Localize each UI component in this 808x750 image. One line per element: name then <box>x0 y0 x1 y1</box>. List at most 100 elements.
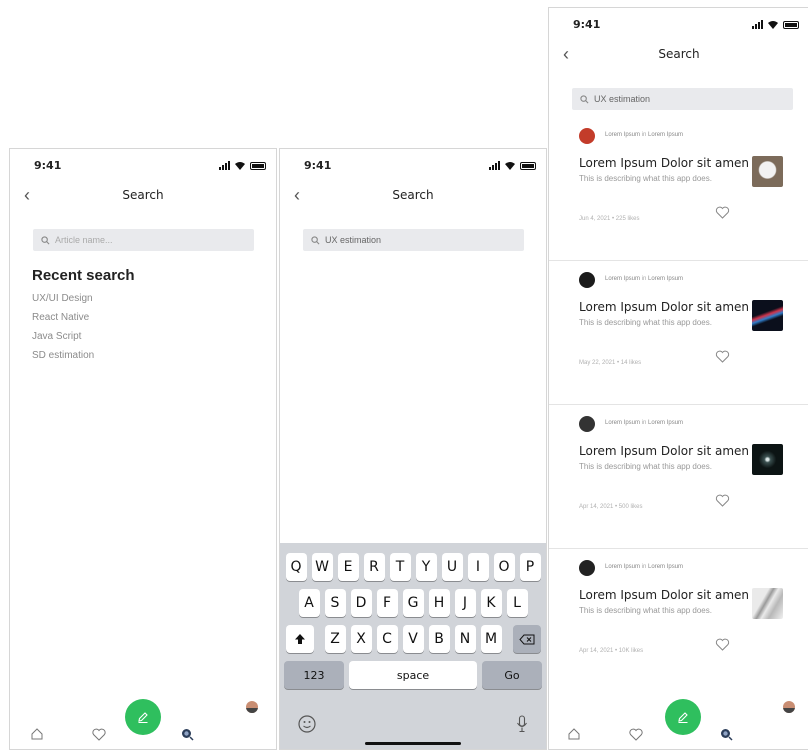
shift-key[interactable] <box>285 625 314 653</box>
search-input[interactable] <box>325 235 495 245</box>
compose-button[interactable] <box>665 699 701 735</box>
screen-search-results: 9:41 ‹ Search Lorem Ipsum in Lorem Ipsum… <box>548 7 808 750</box>
result-card[interactable]: Lorem Ipsum in Lorem Ipsum Lorem Ipsum D… <box>549 116 808 261</box>
key[interactable]: G <box>402 589 424 617</box>
recent-search-item[interactable]: Java Script <box>32 331 94 350</box>
backspace-key[interactable] <box>512 625 541 653</box>
like-heart-icon[interactable] <box>715 494 730 507</box>
author-name: Lorem Ipsum <box>605 132 641 138</box>
key[interactable]: X <box>350 625 372 653</box>
like-heart-icon[interactable] <box>715 206 730 219</box>
go-key[interactable]: Go <box>482 661 542 689</box>
key[interactable]: W <box>311 553 333 581</box>
keyboard-row-3: Z X C V B N M <box>280 625 546 653</box>
key[interactable]: Z <box>324 625 346 653</box>
recent-search-item[interactable]: React Native <box>32 312 94 331</box>
key[interactable]: R <box>363 553 385 581</box>
article-meta: Lorem Ipsum in Lorem Ipsum <box>605 276 683 282</box>
result-card[interactable]: Lorem Ipsum in Lorem Ipsum Lorem Ipsum D… <box>549 548 808 692</box>
result-card[interactable]: Lorem Ipsum in Lorem Ipsum Lorem Ipsum D… <box>549 260 808 405</box>
key[interactable]: A <box>298 589 320 617</box>
shift-icon <box>294 634 305 644</box>
screen-search-typing: 9:41 ‹ Search Q W E R T Y U I O P A S D <box>279 148 547 750</box>
search-tab-icon[interactable] <box>181 728 194 741</box>
key[interactable]: B <box>428 625 450 653</box>
article-thumbnail[interactable] <box>752 300 783 331</box>
wifi-icon <box>768 21 778 29</box>
key[interactable]: K <box>480 589 502 617</box>
key[interactable]: H <box>428 589 450 617</box>
status-bar: 9:41 <box>549 8 808 36</box>
article-description: This is describing what this app does. <box>579 174 712 183</box>
like-heart-icon[interactable] <box>715 350 730 363</box>
article-thumbnail[interactable] <box>752 588 783 619</box>
source-name: Lorem Ipsum <box>648 276 684 282</box>
battery-icon <box>783 21 799 29</box>
key[interactable]: D <box>350 589 372 617</box>
space-key[interactable]: space <box>349 661 477 689</box>
status-icons <box>752 20 799 29</box>
result-card[interactable]: Lorem Ipsum in Lorem Ipsum Lorem Ipsum D… <box>549 404 808 549</box>
page-title: Search <box>658 47 700 61</box>
profile-avatar[interactable] <box>246 701 258 713</box>
tab-bar <box>10 699 276 749</box>
search-input[interactable] <box>55 235 225 245</box>
emoji-icon[interactable] <box>298 715 316 733</box>
key[interactable]: J <box>454 589 476 617</box>
key[interactable]: C <box>376 625 398 653</box>
page-title: Search <box>392 188 434 202</box>
home-icon[interactable] <box>30 727 44 741</box>
pencil-icon <box>678 712 688 724</box>
battery-icon <box>250 162 266 170</box>
meta-in: in <box>641 132 647 138</box>
key[interactable]: U <box>441 553 463 581</box>
article-date-likes: Apr 14, 2021 • 500 likes <box>579 504 643 510</box>
home-indicator <box>365 742 461 745</box>
key[interactable]: I <box>467 553 489 581</box>
key[interactable]: O <box>493 553 515 581</box>
key[interactable]: V <box>402 625 424 653</box>
status-time: 9:41 <box>304 159 332 172</box>
article-meta: Lorem Ipsum in Lorem Ipsum <box>605 132 683 138</box>
key[interactable]: N <box>454 625 476 653</box>
home-icon[interactable] <box>567 727 581 741</box>
article-title[interactable]: Lorem Ipsum Dolor sit amen <box>579 300 749 314</box>
key[interactable]: E <box>337 553 359 581</box>
key[interactable]: F <box>376 589 398 617</box>
search-input[interactable] <box>594 94 764 104</box>
article-date-likes: Jun 4, 2021 • 225 likes <box>579 216 640 222</box>
key[interactable]: T <box>389 553 411 581</box>
key[interactable]: P <box>519 553 541 581</box>
article-title[interactable]: Lorem Ipsum Dolor sit amen <box>579 156 749 170</box>
article-thumbnail[interactable] <box>752 156 783 187</box>
numbers-key[interactable]: 123 <box>284 661 344 689</box>
search-bar[interactable] <box>33 229 254 251</box>
article-date-likes: Apr 14, 2021 • 10K likes <box>579 648 644 654</box>
profile-avatar[interactable] <box>783 701 795 713</box>
search-tab-icon[interactable] <box>720 728 733 741</box>
recent-search-item[interactable]: SD estimation <box>32 350 94 369</box>
key[interactable]: S <box>324 589 346 617</box>
heart-icon[interactable] <box>629 728 643 741</box>
article-meta: Lorem Ipsum in Lorem Ipsum <box>605 564 683 570</box>
key[interactable]: Y <box>415 553 437 581</box>
article-thumbnail[interactable] <box>752 444 783 475</box>
compose-button[interactable] <box>125 699 161 735</box>
keyboard-row-4: 123 space Go <box>280 661 546 689</box>
meta-in: in <box>641 564 647 570</box>
microphone-icon[interactable] <box>516 715 528 733</box>
recent-search-list: UX/UI Design React Native Java Script SD… <box>32 293 94 369</box>
like-heart-icon[interactable] <box>715 638 730 651</box>
author-avatar <box>579 128 595 144</box>
heart-icon[interactable] <box>92 728 106 741</box>
article-title[interactable]: Lorem Ipsum Dolor sit amen <box>579 444 749 458</box>
recent-search-item[interactable]: UX/UI Design <box>32 293 94 312</box>
search-icon <box>41 235 50 244</box>
search-bar[interactable] <box>572 88 793 110</box>
article-title[interactable]: Lorem Ipsum Dolor sit amen <box>579 588 749 602</box>
nav-bar: ‹ Search <box>280 185 546 207</box>
key[interactable]: M <box>480 625 502 653</box>
key[interactable]: Q <box>285 553 307 581</box>
key[interactable]: L <box>506 589 528 617</box>
search-bar[interactable] <box>303 229 524 251</box>
